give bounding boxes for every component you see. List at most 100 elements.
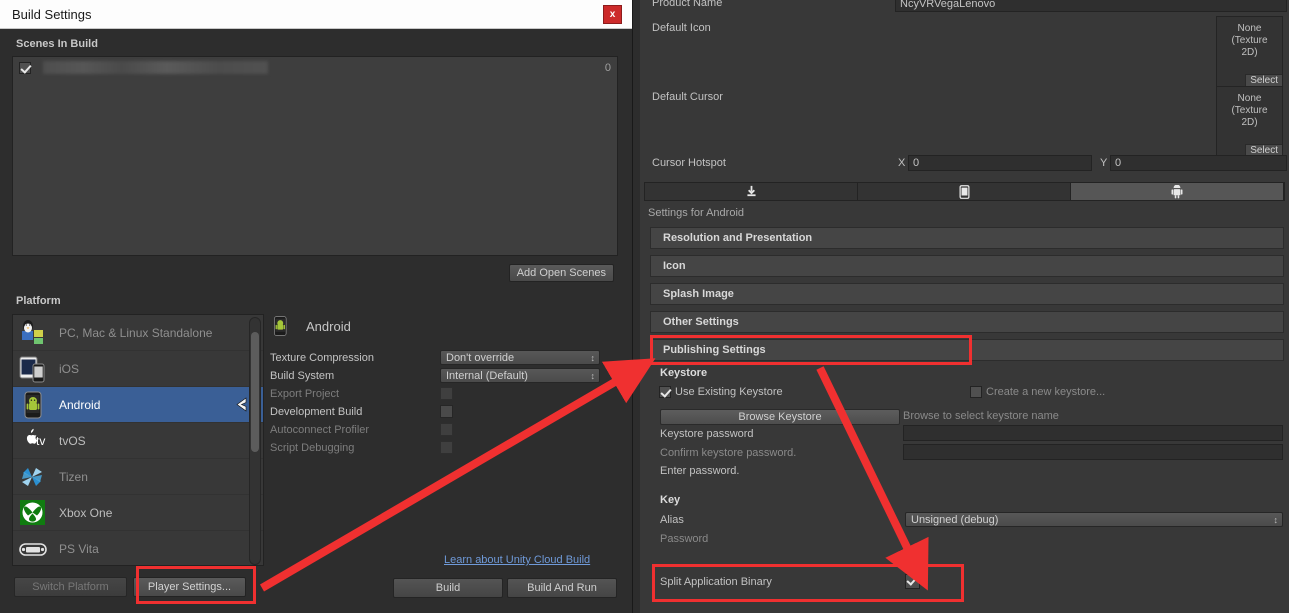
tizen-icon [19,463,49,491]
texture-compression-row: Texture Compression Don't override [270,349,625,366]
platform-item-android[interactable]: Android [13,387,263,423]
scene-row[interactable]: 0 [13,59,617,76]
build-target-header: Android [270,310,625,342]
ps-vita-icon [19,535,49,563]
platform-item-label: Tizen [59,469,88,484]
keystore-password-input[interactable] [903,425,1283,441]
product-name-input[interactable]: NcyVRVegaLenovo [895,0,1287,12]
platform-list[interactable]: PC, Mac & Linux Standalone iOS Android t… [12,314,264,566]
standalone-download-icon [746,185,756,197]
svg-text:tv: tv [36,434,45,448]
split-application-binary-checkbox[interactable] [905,574,920,589]
cursor-hotspot-x-input[interactable]: 0 [908,155,1092,171]
scenes-in-build-header: Scenes In Build [0,29,632,56]
scenes-in-build-label: Scenes In Build [16,38,98,50]
unity-active-build-target-icon [236,397,247,412]
build-system-label: Build System [270,369,335,382]
scene-enabled-checkbox[interactable] [19,61,31,74]
platform-item-ps-vita[interactable]: PS Vita [13,531,263,565]
tab-mobile[interactable] [858,183,1071,200]
development-build-checkbox[interactable] [440,405,453,418]
tvos-icon: tv [19,427,49,455]
key-password-input[interactable] [905,531,1283,547]
texture-compression-dropdown[interactable]: Don't override [440,350,600,365]
build-button[interactable]: Build [393,578,503,598]
switch-platform-button[interactable]: Switch Platform [14,577,127,597]
use-existing-keystore-checkbox[interactable] [659,386,671,398]
platform-item-ios[interactable]: iOS [13,351,263,387]
foldout-icon[interactable]: Icon [650,255,1284,277]
android-icon [19,391,49,419]
tab-android[interactable] [1071,183,1284,200]
tab-standalone[interactable] [645,183,858,200]
key-alias-label: Alias [660,514,684,526]
key-alias-dropdown[interactable]: Unsigned (debug) [905,512,1283,527]
export-project-checkbox[interactable] [440,387,453,400]
create-new-keystore-row[interactable]: Create a new keystore... [970,386,1105,398]
unity-cloud-build-link[interactable]: Learn about Unity Cloud Build [444,554,590,566]
default-cursor-objectfield[interactable]: None (Texture 2D) Select [1216,86,1283,158]
key-password-label: Password [660,533,709,545]
default-icon-value: None (Texture 2D) [1231,23,1268,58]
platform-list-scrollbar[interactable] [249,317,261,565]
build-system-dropdown[interactable]: Internal (Default) [440,368,600,383]
build-options-panel: Android Texture Compression Don't overri… [270,310,625,456]
keystore-group-title: Keystore [660,367,708,379]
enter-password-note: Enter password. [660,465,740,477]
build-and-run-button[interactable]: Build And Run [507,578,617,598]
product-name-label: Product Name [652,0,723,9]
create-new-keystore-checkbox[interactable] [970,386,982,398]
android-robot-icon [1171,184,1183,198]
platform-item-tizen[interactable]: Tizen [13,459,263,495]
script-debugging-label: Script Debugging [270,441,355,454]
autoconnect-profiler-row: Autoconnect Profiler [270,421,625,438]
platform-item-label: PS Vita [59,541,99,556]
foldout-other-settings[interactable]: Other Settings [650,311,1284,333]
default-cursor-value: None (Texture 2D) [1231,93,1268,128]
scenes-list[interactable]: 0 [12,56,618,256]
platform-item-label: Android [59,397,101,412]
foldout-resolution-and-presentation[interactable]: Resolution and Presentation [650,227,1284,249]
browse-keystore-button[interactable]: Browse Keystore [660,409,900,425]
scrollbar-thumb[interactable] [251,332,259,452]
foldout-splash-image[interactable]: Splash Image [650,283,1284,305]
default-icon-objectfield[interactable]: None (Texture 2D) Select [1216,16,1283,88]
player-settings-button[interactable]: Player Settings... [133,577,246,597]
standalone-icon [19,319,49,347]
confirm-keystore-password-label: Confirm keystore password. [660,447,797,459]
build-target-title: Android [306,318,351,334]
scene-index: 0 [604,61,611,74]
keystore-password-label: Keystore password [660,428,754,440]
script-debugging-checkbox[interactable] [440,441,453,454]
autoconnect-profiler-checkbox[interactable] [440,423,453,436]
foldout-publishing-settings[interactable]: Publishing Settings [650,339,1284,361]
cursor-hotspot-y-input[interactable]: 0 [1110,155,1287,171]
use-existing-keystore-row[interactable]: Use Existing Keystore [659,386,783,398]
texture-compression-label: Texture Compression [270,351,374,364]
close-icon[interactable]: x [603,5,622,24]
platform-item-label: tvOS [59,433,86,448]
platform-item-standalone[interactable]: PC, Mac & Linux Standalone [13,315,263,351]
platform-item-tvos[interactable]: tv tvOS [13,423,263,459]
build-system-row: Build System Internal (Default) [270,367,625,384]
add-open-scenes-button[interactable]: Add Open Scenes [508,264,614,282]
platform-header: Platform [16,295,61,307]
ios-icon [19,355,49,383]
platform-item-label: iOS [59,361,80,376]
platform-item-label: Xbox One [59,505,113,520]
product-name-row: Product Name [652,0,902,9]
development-build-label: Development Build [270,405,363,418]
cursor-hotspot-label: Cursor Hotspot [652,157,726,169]
window-title: Build Settings [12,6,92,22]
build-settings-window: Build Settings x Scenes In Build 0 Add O… [0,0,633,613]
create-new-keystore-label: Create a new keystore... [986,386,1106,398]
platform-item-label: PC, Mac & Linux Standalone [59,325,213,340]
browse-keystore-hint: Browse to select keystore name [903,410,1059,422]
confirm-keystore-password-input[interactable] [903,444,1283,460]
platform-item-xbox-one[interactable]: Xbox One [13,495,263,531]
window-titlebar: Build Settings x [0,0,632,29]
script-debugging-row: Script Debugging [270,439,625,456]
platform-label: Platform [16,295,61,307]
settings-for-label: Settings for Android [648,207,745,219]
use-existing-keystore-label: Use Existing Keystore [675,386,783,398]
